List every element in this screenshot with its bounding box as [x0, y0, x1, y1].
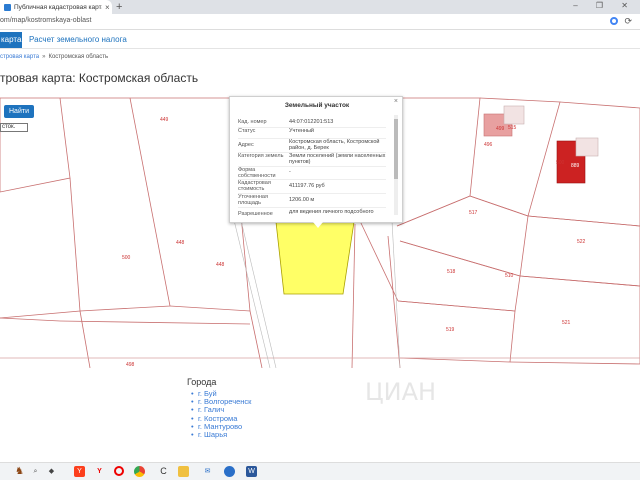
popup-row: Уточненная площадь 1206.00 м: [238, 194, 386, 208]
popup-title: Земельный участок: [284, 102, 350, 109]
popup-row: Статус Учтенный: [238, 128, 386, 139]
tab-close-icon[interactable]: ×: [105, 3, 110, 12]
popup-row-label: Адрес: [238, 142, 254, 148]
google-icon[interactable]: [610, 17, 618, 25]
moose-icon[interactable]: ♞: [14, 466, 25, 477]
reload-icon[interactable]: ⟳: [624, 16, 632, 27]
selected-parcel[interactable]: [275, 221, 355, 295]
new-tab-button[interactable]: +: [116, 1, 122, 13]
popup-row-value: -: [289, 169, 291, 175]
parcel-info-popup: Земельный участок × Кад. номер 44:07:012…: [229, 96, 403, 223]
parcel-label: 449: [160, 117, 169, 123]
cat-icon[interactable]: ◆: [46, 466, 57, 477]
breadcrumb: стровая карта» Костромская область: [0, 54, 108, 60]
popup-row-value: 411197.76 руб: [289, 183, 325, 189]
popup-row: Форма собственности -: [238, 167, 386, 180]
popup-close-icon[interactable]: ×: [394, 98, 398, 105]
page-title: тровая карта: Костромская область: [0, 71, 199, 85]
yandex-browser-icon[interactable]: Y: [74, 466, 85, 477]
find-button[interactable]: Найти: [4, 105, 34, 118]
popup-row-label: Уточненная площадь: [238, 194, 268, 206]
parcel-label: 519: [446, 327, 455, 333]
yandex-y-icon[interactable]: Y: [94, 466, 105, 477]
parcel-label: 499: [496, 126, 505, 132]
popup-row: Разрешенное для ведения личного подсобно…: [238, 208, 386, 218]
parcel-label: 889: [571, 163, 580, 169]
building-light: [503, 105, 525, 125]
popup-row-label: Категория земель: [238, 153, 284, 159]
region-select[interactable]: сток.: [0, 123, 28, 132]
popup-row-value: Учтенный: [289, 128, 314, 134]
popup-row-label: Форма собственности: [238, 167, 276, 179]
parcel-label: 510: [505, 273, 514, 279]
popup-row-label: Статус: [238, 128, 256, 134]
nav-tax-calc-link[interactable]: Расчет земельного налога: [29, 35, 127, 44]
popup-row: Категория земель Земли поселений (земли …: [238, 153, 386, 167]
chat-icon[interactable]: [224, 466, 235, 477]
popup-scrollbar[interactable]: [394, 115, 398, 215]
popup-row-value: 44:07:012201:513: [289, 119, 334, 125]
search-icon[interactable]: ⌕: [30, 466, 41, 477]
word-icon[interactable]: W: [246, 466, 257, 477]
url-text[interactable]: om/map/kostromskaya-oblast: [0, 17, 91, 24]
taskbar: ♞ ⌕ ◆ Y Y C ✉ W: [0, 462, 640, 480]
popup-row: Адрес Костромская область, Костромской р…: [238, 139, 386, 153]
cities-heading: Города: [187, 377, 217, 387]
cian-watermark: ЦИАН: [365, 378, 437, 406]
browser-tab[interactable]: Публичная кадастровая карта ×: [0, 0, 112, 14]
breadcrumb-map-link[interactable]: стровая карта: [0, 54, 39, 60]
tab-title: Публичная кадастровая карта: [14, 3, 102, 11]
popup-scrollbar-thumb[interactable]: [394, 119, 398, 179]
parcel-label: 496: [484, 142, 493, 148]
parcel-label: 522: [577, 239, 586, 245]
building-outline: [575, 137, 599, 157]
popup-row: Кадастровая стоимость 411197.76 руб: [238, 180, 386, 194]
parcel-label: 515: [508, 125, 517, 131]
popup-row-label: Кадастровая стоимость: [238, 180, 271, 192]
popup-row-label: Кад. номер: [238, 119, 267, 125]
parcel-label: 498: [126, 362, 135, 368]
parcel-label: 517: [469, 210, 478, 216]
popup-row-value: Земли поселений (земли населенных пункто…: [289, 153, 386, 165]
window-controls[interactable]: – ❐ ✕: [573, 1, 636, 10]
parcel-label: 500: [122, 255, 131, 261]
browser-tab-bar: Публичная кадастровая карта × + – ❐ ✕: [0, 0, 640, 14]
popup-row-label: Разрешенное: [238, 211, 273, 217]
site-nav: карта Расчет земельного налога: [0, 31, 640, 49]
breadcrumb-current: Костромская область: [48, 54, 109, 60]
parcel-label: 521: [562, 320, 571, 326]
popup-row-value: для ведения личного подсобного: [289, 209, 374, 215]
popup-row-value: Костромская область, Костромской район, …: [289, 139, 380, 151]
site-favicon-icon: [4, 3, 11, 11]
parcel-label: 448: [176, 240, 185, 246]
opera-icon[interactable]: [114, 466, 124, 476]
nav-map-tab[interactable]: карта: [0, 32, 22, 48]
mail-icon[interactable]: ✉: [202, 466, 213, 477]
address-bar[interactable]: om/map/kostromskaya-oblast ⟳: [0, 14, 640, 30]
popup-pointer: [313, 222, 323, 228]
parcel-label: 448: [216, 262, 225, 268]
popup-row: Кад. номер 44:07:012201:513: [238, 119, 386, 128]
parcel-label: 500: [556, 160, 565, 166]
city-link[interactable]: г. Шарья: [191, 430, 251, 439]
files-icon[interactable]: [178, 466, 189, 477]
cities-list: г. Буй г. Волгореченск г. Галич г. Костр…: [191, 389, 252, 439]
popup-row-value: 1206.00 м: [289, 197, 315, 203]
parcel-label: 518: [447, 269, 456, 275]
chrome-icon[interactable]: [134, 466, 145, 477]
c-icon[interactable]: C: [158, 466, 169, 477]
